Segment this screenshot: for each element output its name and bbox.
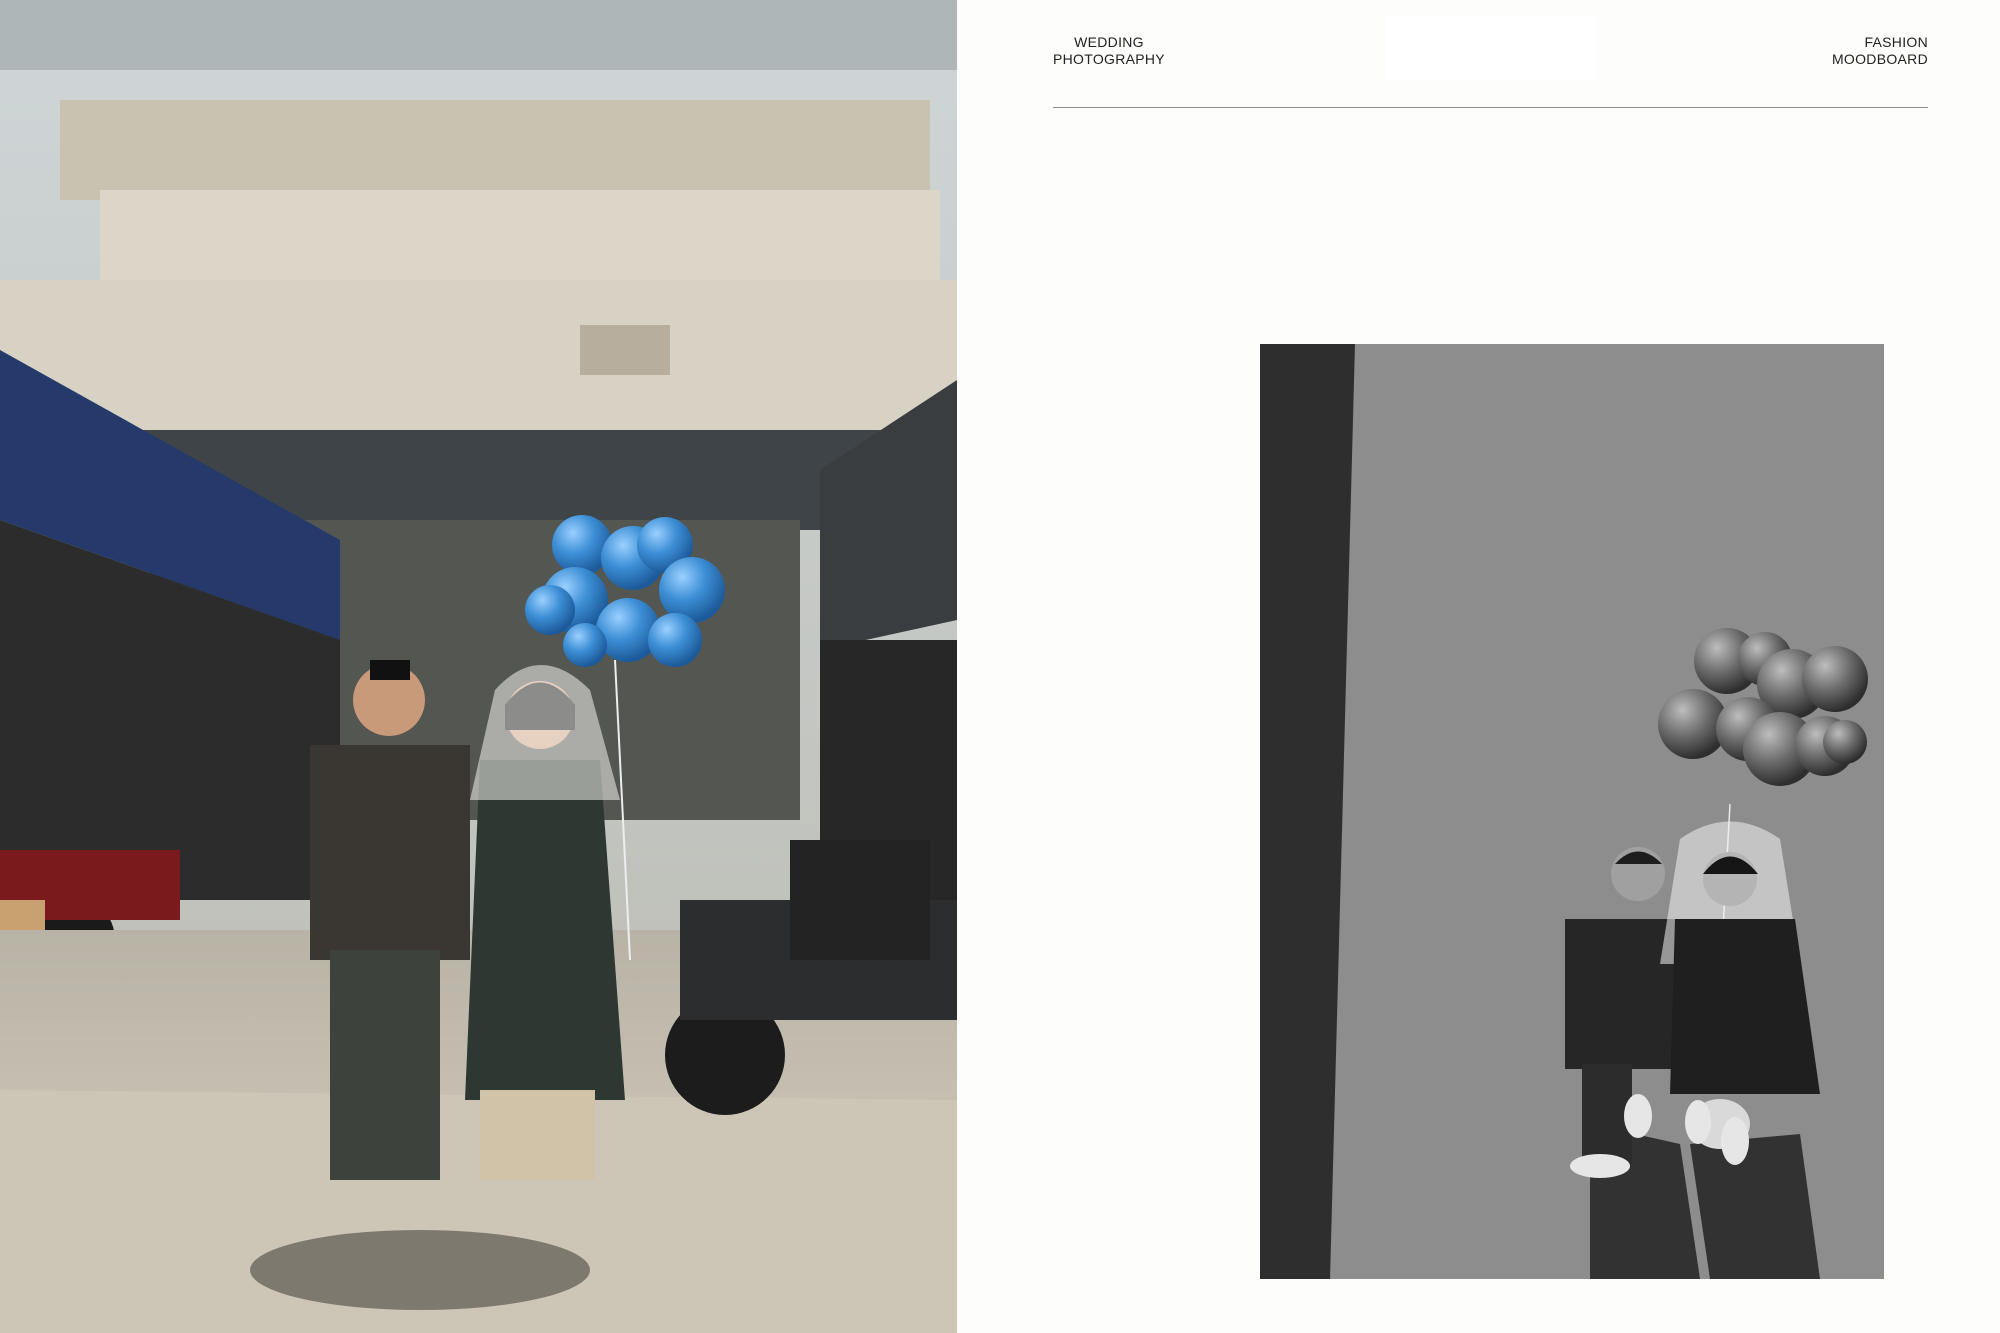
header-right-line-2: MOODBOARD	[1831, 51, 1928, 67]
fashion-moodboard-label: FASHION MOODBOARD	[1832, 34, 1928, 68]
header-left-line-1: WEDDING	[1074, 34, 1144, 50]
couple-overhead-photo	[1260, 344, 1884, 1279]
overhead-scene	[1260, 344, 1884, 1279]
logo-placeholder	[1386, 16, 1596, 80]
header-left-line-2: PHOTOGRAPHY	[1053, 51, 1165, 67]
wedding-photography-label: WEDDING PHOTOGRAPHY	[1053, 34, 1165, 68]
header-right-line-1: FASHION	[1864, 34, 1928, 50]
header-divider	[1053, 107, 1928, 108]
moodboard-spread: WEDDING PHOTOGRAPHY FASHION MOODBOARD	[0, 0, 2000, 1333]
couple-market-photo	[0, 0, 957, 1333]
market-scene	[0, 0, 957, 1333]
